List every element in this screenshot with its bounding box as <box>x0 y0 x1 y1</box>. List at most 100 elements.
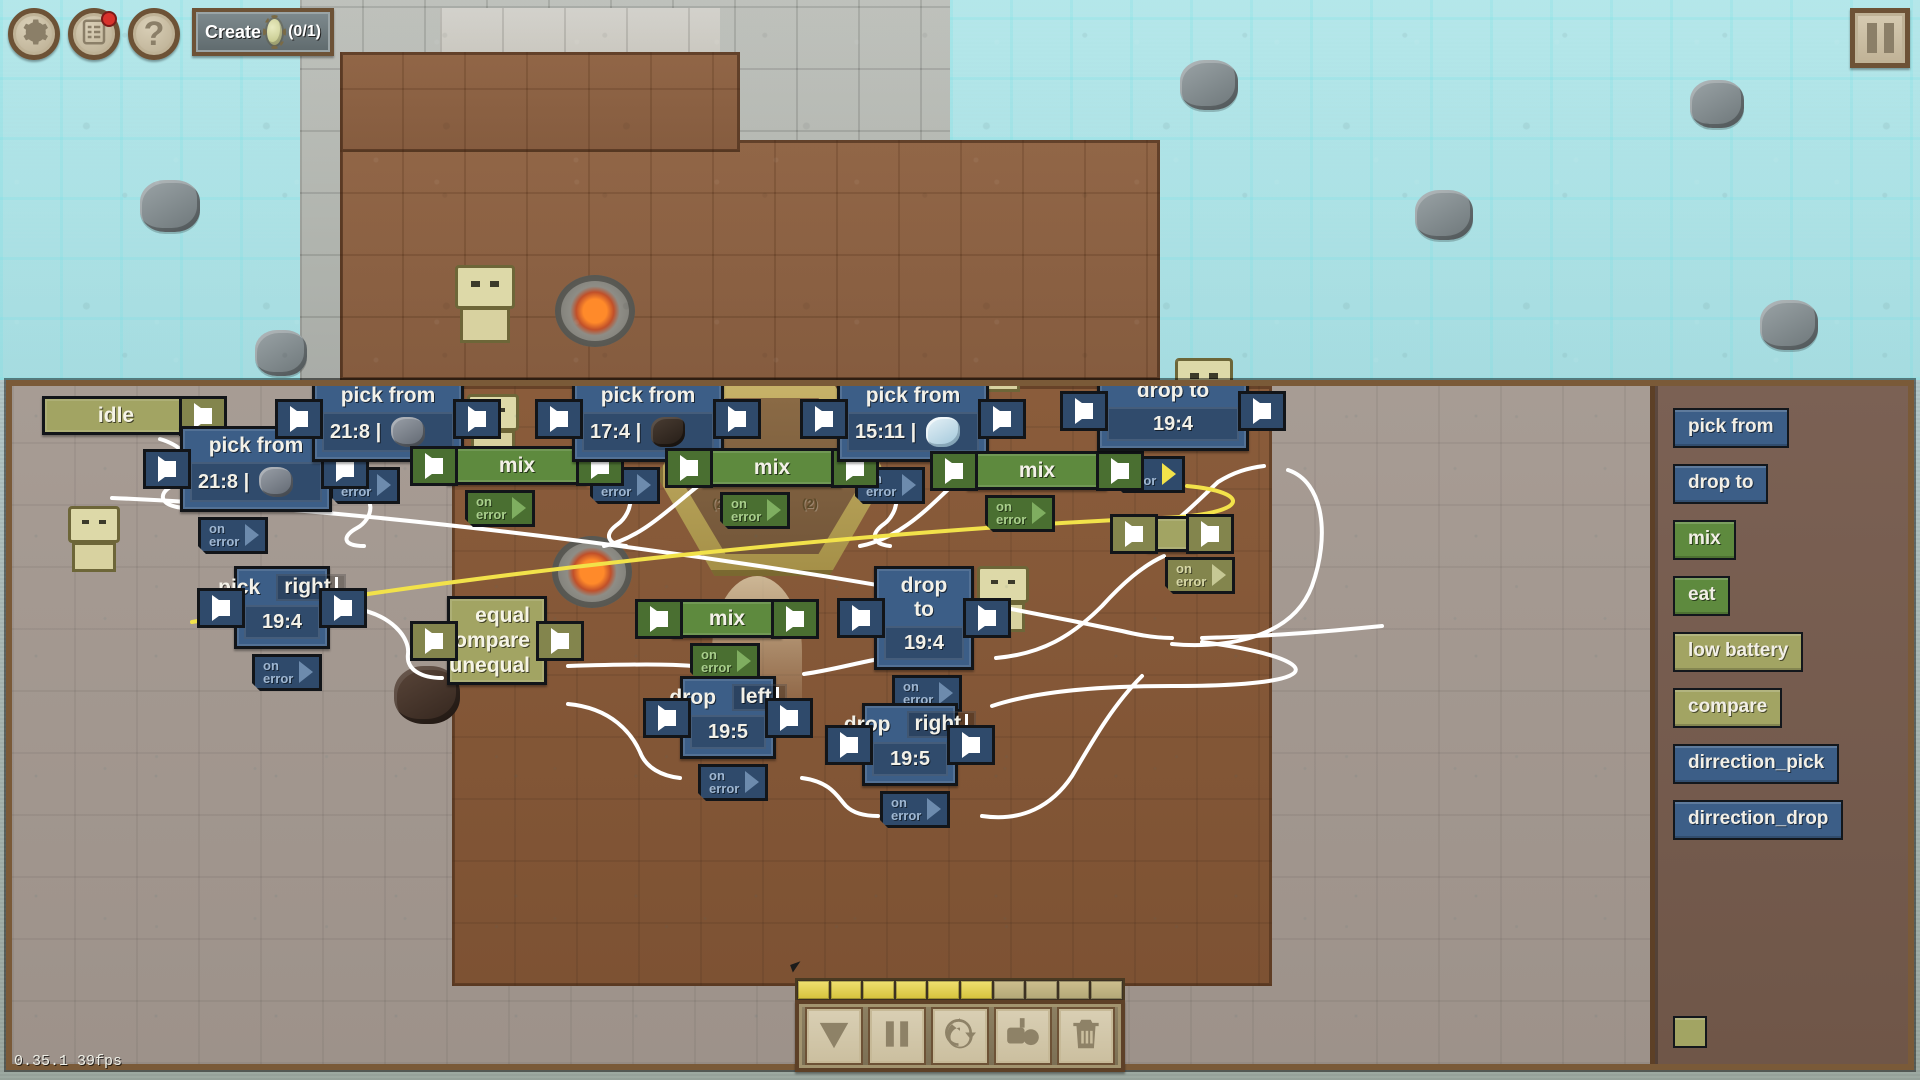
node-title-label: pick from <box>340 386 436 407</box>
node-value-field[interactable]: 15:11 | <box>847 412 979 452</box>
create-button[interactable]: Create (0/1) <box>192 8 334 56</box>
palette-item-low-battery[interactable]: low battery <box>1673 632 1804 672</box>
input-port[interactable] <box>275 399 323 439</box>
on-error-port[interactable]: onerror <box>198 517 268 554</box>
on-error-port[interactable]: onerror <box>1165 557 1235 594</box>
palette-item-drop-to[interactable]: drop to <box>1673 464 1769 504</box>
output-port[interactable] <box>536 620 584 661</box>
energy-cell <box>928 981 959 999</box>
node-compare[interactable]: equal compare unequal <box>410 596 584 685</box>
on-error-label: onerror <box>476 494 507 522</box>
on-error-label: onerror <box>209 521 240 549</box>
on-error-arrow-icon <box>767 499 781 521</box>
input-port[interactable] <box>410 620 458 661</box>
node-value-field[interactable]: 19:4 <box>244 605 320 639</box>
delete-button[interactable] <box>1057 1007 1115 1065</box>
on-error-port[interactable]: onerror <box>252 654 322 691</box>
input-port[interactable] <box>410 445 458 486</box>
output-port[interactable] <box>453 399 501 439</box>
node-bridge[interactable]: on error <box>1110 514 1197 552</box>
node-value-text: 21:8 | <box>330 420 382 443</box>
loop-button[interactable] <box>931 1007 989 1065</box>
output-port[interactable] <box>1096 450 1144 491</box>
node-value-field[interactable]: 19:4 <box>1107 407 1239 441</box>
node-value-text: 19:5 <box>889 747 931 770</box>
input-port[interactable] <box>825 724 873 765</box>
node-value-field[interactable]: 21:8 | <box>190 462 322 502</box>
node-dropto1[interactable]: drop to19:4onerror <box>1060 386 1286 451</box>
on-error-label: onerror <box>996 499 1027 527</box>
on-error-port[interactable]: onerror <box>698 764 768 801</box>
on-error-port[interactable]: onerror <box>720 492 790 529</box>
palette-item-compare[interactable]: compare <box>1673 688 1783 728</box>
node-value-field[interactable]: 19:4 <box>884 626 964 660</box>
input-port[interactable] <box>635 598 683 639</box>
ice-item-icon <box>926 417 961 447</box>
energy-cell <box>798 981 829 999</box>
log-button[interactable] <box>68 8 120 60</box>
duplicate-button[interactable] <box>994 1007 1052 1065</box>
stone-item-icon <box>259 467 294 497</box>
node-value-field[interactable]: 17:4 | <box>582 412 714 452</box>
node-value-field[interactable]: 19:5 <box>690 715 766 749</box>
node-dropleft[interactable]: drop left 19:5 on error <box>643 676 813 759</box>
robot-copy-icon <box>1004 1015 1042 1058</box>
energy-cell <box>1058 981 1090 999</box>
output-port[interactable] <box>765 697 813 738</box>
palette-item-mix[interactable]: mix <box>1673 520 1736 560</box>
palette-item-eat[interactable]: eat <box>1673 576 1731 616</box>
palette-item-dirrection-pick[interactable]: dirrection_pick <box>1673 744 1840 784</box>
output-port[interactable] <box>1186 514 1234 554</box>
machine-workers-label: (2) <box>802 496 818 511</box>
node-title: equal compare unequal <box>442 599 544 682</box>
on-error-port[interactable]: onerror <box>985 495 1055 532</box>
on-error-label: onerror <box>1176 561 1207 589</box>
node-pickdir[interactable]: pickright19:4onerror <box>197 566 367 649</box>
output-port[interactable] <box>713 399 761 439</box>
node-title: dropright <box>844 706 977 742</box>
output-port[interactable] <box>978 399 1026 439</box>
on-error-label: onerror <box>263 658 294 686</box>
input-port[interactable] <box>1110 514 1158 554</box>
input-port[interactable] <box>930 450 978 491</box>
output-port[interactable] <box>963 598 1011 638</box>
pause-button[interactable] <box>868 1007 926 1065</box>
node-graph-canvas[interactable]: (2/10) (2) <box>12 386 1650 1064</box>
input-port[interactable] <box>143 449 191 489</box>
input-port[interactable] <box>800 399 848 439</box>
output-port[interactable] <box>771 598 819 639</box>
input-port[interactable] <box>535 399 583 439</box>
step-down-button[interactable] <box>805 1007 863 1065</box>
terrain-dirt-top <box>340 140 1160 380</box>
node-mix1[interactable]: mix on error <box>410 445 624 485</box>
node-dropright[interactable]: dropright19:5onerror <box>825 703 995 786</box>
on-error-port[interactable]: onerror <box>465 490 535 527</box>
output-port[interactable] <box>1238 391 1286 431</box>
node-value-field[interactable]: 19:5 <box>872 742 948 776</box>
on-error-port[interactable]: onerror <box>880 791 950 828</box>
palette-empty-slot[interactable] <box>1673 1016 1707 1048</box>
node-mix3[interactable]: mix on error <box>930 450 1144 490</box>
input-port[interactable] <box>1060 391 1108 431</box>
output-port[interactable] <box>319 587 367 628</box>
node-mix2[interactable]: mix on error <box>665 447 879 487</box>
palette-item-pick-from[interactable]: pick from <box>1673 408 1789 448</box>
on-error-arrow-icon <box>902 474 916 496</box>
game-pause-button[interactable] <box>1850 8 1910 68</box>
on-error-port[interactable]: onerror <box>690 643 760 680</box>
settings-button[interactable] <box>8 8 60 60</box>
help-button[interactable]: ? <box>128 8 180 60</box>
node-mix4[interactable]: mix on error <box>635 598 819 638</box>
input-port[interactable] <box>197 587 245 628</box>
worker-bot <box>68 506 120 572</box>
input-port[interactable] <box>837 598 885 638</box>
node-title-label: mix <box>708 607 746 630</box>
boulder <box>1690 80 1744 128</box>
input-port[interactable] <box>665 447 713 488</box>
input-port[interactable] <box>643 697 691 738</box>
palette-item-dirrection-drop[interactable]: dirrection_drop <box>1673 800 1844 840</box>
node-dropto2[interactable]: drop to 19:4 on error <box>837 566 1011 670</box>
node-idle[interactable]: idle <box>42 395 227 436</box>
output-port[interactable] <box>947 724 995 765</box>
node-palette-sidebar: pick from drop to mix eat low battery compare… <box>1650 386 1908 1064</box>
